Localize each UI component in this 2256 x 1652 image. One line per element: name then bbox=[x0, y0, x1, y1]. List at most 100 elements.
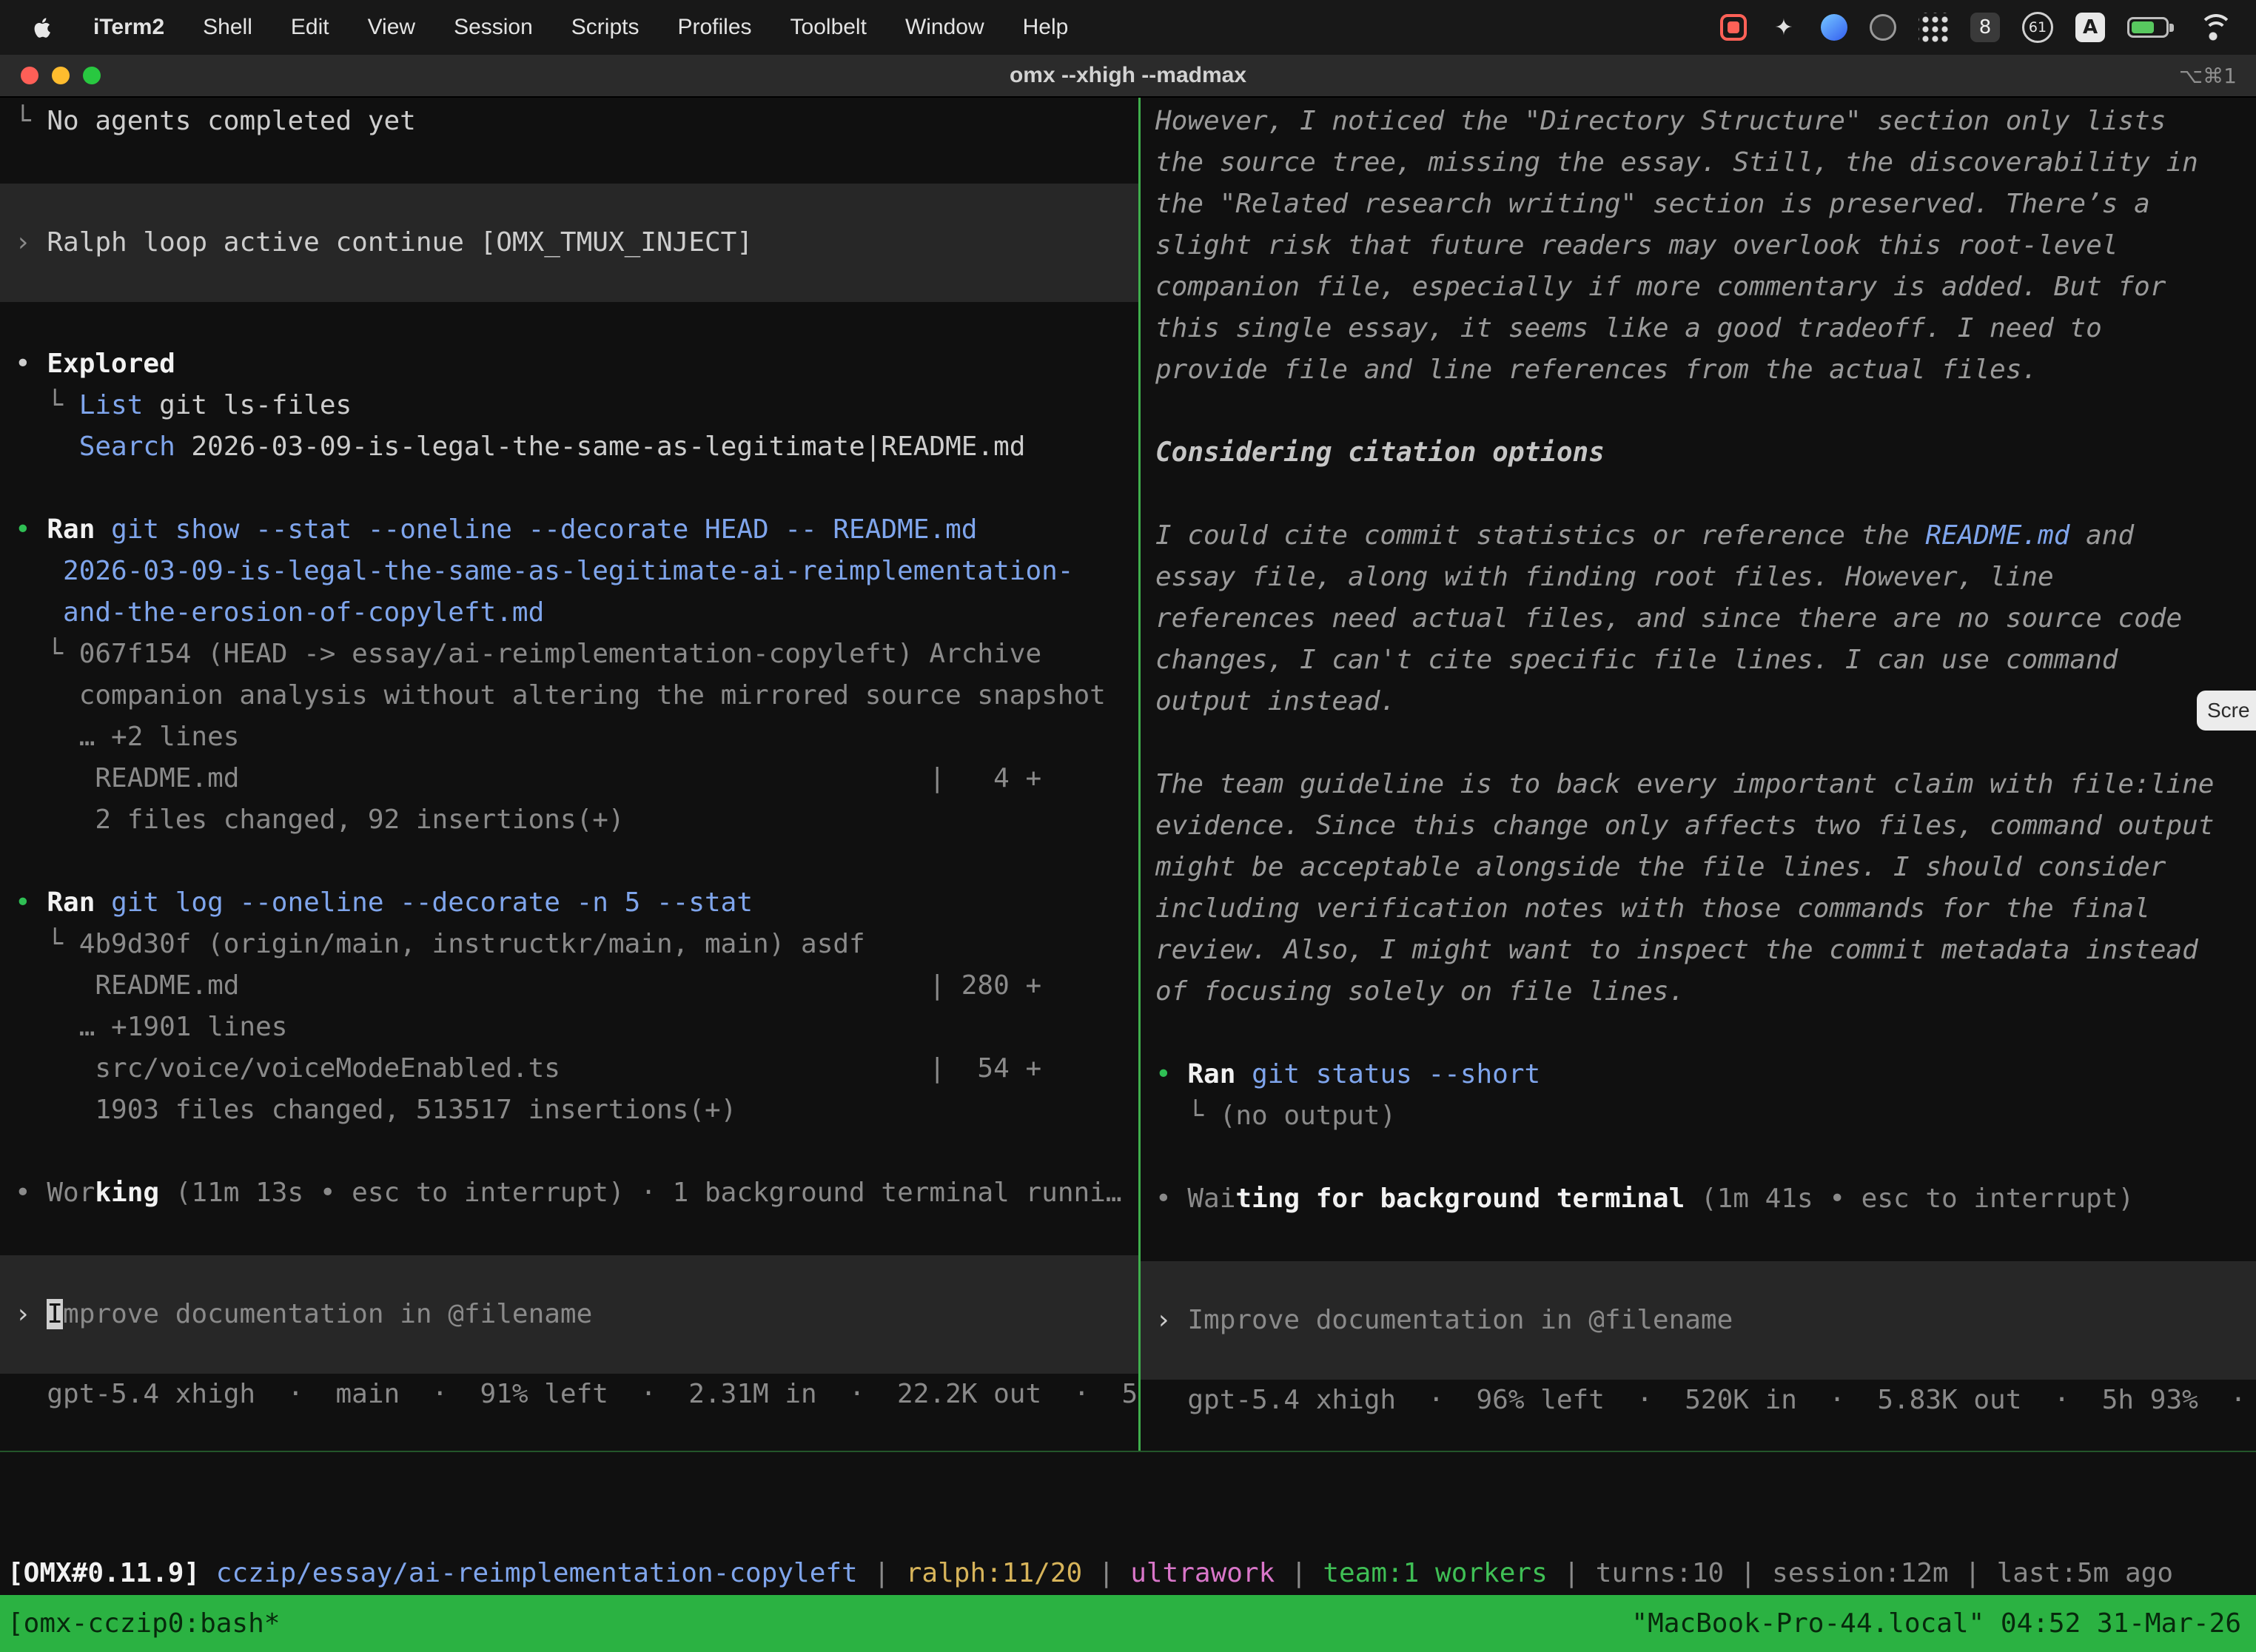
menu-item-session[interactable]: Session bbox=[454, 15, 533, 40]
text-segment: evidence. Since this change only affects… bbox=[1155, 810, 2214, 841]
apple-menu-icon[interactable] bbox=[30, 13, 55, 42]
terminal-line: and-the-erosion-of-copyleft.md bbox=[0, 592, 1138, 634]
menu-item-shell[interactable]: Shell bbox=[203, 15, 252, 40]
menu-bar-status-icons: ✦ 8 61 A bbox=[1720, 11, 2229, 44]
omx-status-segment: team:1 workers bbox=[1323, 1558, 1547, 1588]
text-segment: gpt-5.4 xhigh · 96% left · 520K in · 5.8… bbox=[1155, 1385, 2256, 1415]
blank-line bbox=[0, 142, 1138, 184]
blank-line bbox=[0, 841, 1138, 882]
text-segment: └ bbox=[15, 106, 47, 136]
tmux-status-bar: [omx-cczip0:bash* "MacBook-Pro-44.local"… bbox=[0, 1595, 2256, 1652]
text-segment: └ 067f154 (HEAD -> essay/ai-reimplementa… bbox=[15, 639, 1041, 669]
omx-status-segment: | bbox=[858, 1558, 906, 1588]
terminal-line: output instead. bbox=[1141, 681, 2256, 722]
blank-line bbox=[0, 1131, 1138, 1172]
text-segment: gpt-5.4 xhigh · main · 91% left · 2.31M … bbox=[15, 1379, 1138, 1409]
omx-status-line: [OMX#0.11.9] cczip/essay/ai-reimplementa… bbox=[7, 1553, 2256, 1594]
terminal-area: └ No agents completed yet › Ralph loop a… bbox=[0, 98, 2256, 1451]
dark-circle-app-icon[interactable] bbox=[1870, 14, 1896, 41]
menu-items: iTerm2 Shell Edit View Session Scripts Profile… bbox=[93, 15, 1068, 40]
text-segment: › bbox=[15, 227, 47, 258]
text-segment: I could cite commit statistics or refere… bbox=[1155, 520, 1925, 551]
battery-icon[interactable] bbox=[2127, 17, 2169, 38]
terminal-pane-left[interactable]: └ No agents completed yet › Ralph loop a… bbox=[0, 98, 1138, 1451]
blank-line bbox=[1141, 1013, 2256, 1054]
terminal-line: of focusing solely on file lines. bbox=[1141, 971, 2256, 1013]
percent-badge-icon[interactable]: 61 bbox=[2022, 12, 2053, 43]
terminal-line: the "Related research writing" section i… bbox=[1141, 184, 2256, 225]
tmux-session-window-label[interactable]: [omx-cczip0:bash* bbox=[7, 1608, 280, 1639]
text-segment: changes, I can't cite specific file line… bbox=[1155, 645, 2118, 675]
terminal-line: 1903 files changed, 513517 insertions(+) bbox=[0, 1089, 1138, 1131]
text-segment: List bbox=[79, 390, 144, 420]
input-source-icon[interactable]: A bbox=[2075, 13, 2105, 42]
text-segment: Explored bbox=[47, 349, 175, 379]
blank-line bbox=[1141, 391, 2256, 432]
omx-status-bar: [OMX#0.11.9] cczip/essay/ai-reimplementa… bbox=[0, 1451, 2256, 1595]
terminal-line: including verification notes with those … bbox=[1141, 888, 2256, 930]
menu-bar: iTerm2 Shell Edit View Session Scripts Profile… bbox=[0, 0, 2256, 55]
text-segment: git status --short bbox=[1235, 1059, 1540, 1089]
text-segment: README.md bbox=[1925, 520, 2069, 551]
wifi-icon[interactable] bbox=[2197, 13, 2229, 42]
text-segment: provide file and line references from th… bbox=[1155, 355, 2038, 385]
terminal-line: README.md | 4 + bbox=[0, 758, 1138, 799]
dots-grid-app-icon[interactable] bbox=[1918, 13, 1948, 42]
window-title-bar[interactable]: omx --xhigh --madmax ⌥⌘1 bbox=[0, 55, 2256, 98]
prompt-input[interactable]: › Improve documentation in @filename bbox=[0, 1255, 1138, 1374]
blank-line bbox=[1141, 1220, 2256, 1261]
text-segment: review. Also, I might want to inspect th… bbox=[1155, 935, 2198, 965]
text-segment: └ 4b9d30f (origin/main, instructkr/main,… bbox=[15, 929, 865, 959]
terminal-line: • Ran git show --stat --oneline --decora… bbox=[0, 509, 1138, 551]
menu-item-scripts[interactable]: Scripts bbox=[571, 15, 639, 40]
terminal-line: 2026-03-09-is-legal-the-same-as-legitima… bbox=[0, 551, 1138, 592]
menu-item-toolbelt[interactable]: Toolbelt bbox=[790, 15, 867, 40]
menu-item-help[interactable]: Help bbox=[1023, 15, 1069, 40]
terminal-line: README.md | 280 + bbox=[0, 965, 1138, 1007]
text-segment: Ran bbox=[47, 887, 95, 918]
text-segment: … +2 lines bbox=[15, 722, 239, 752]
terminal-line: evidence. Since this change only affects… bbox=[1141, 805, 2256, 847]
terminal-line: 2 files changed, 92 insertions(+) bbox=[0, 799, 1138, 841]
text-segment: git show --stat --oneline --decorate HEA… bbox=[95, 514, 977, 545]
omx-status-segment: | bbox=[1275, 1558, 1323, 1588]
omx-status-segment: cczip/essay/ai-reimplementation-copyleft bbox=[216, 1558, 858, 1588]
terminal-line: • Waiting for background terminal (1m 41… bbox=[1141, 1178, 2256, 1220]
terminal-line: gpt-5.4 xhigh · 96% left · 520K in · 5.8… bbox=[1141, 1380, 2256, 1421]
numpad-key-app-icon[interactable]: 8 bbox=[1970, 13, 2000, 42]
terminal-pane-right[interactable]: However, I noticed the "Directory Struct… bbox=[1141, 98, 2256, 1451]
text-segment: ting for background terminal bbox=[1235, 1183, 1685, 1214]
menu-item-window[interactable]: Window bbox=[905, 15, 984, 40]
terminal-line: └ 4b9d30f (origin/main, instructkr/main,… bbox=[0, 924, 1138, 965]
text-segment: README.md | 280 + bbox=[15, 970, 1041, 1001]
sparkle-app-icon[interactable]: ✦ bbox=[1769, 11, 1799, 44]
menu-bar-left: iTerm2 Shell Edit View Session Scripts Profile… bbox=[30, 13, 1068, 42]
text-segment: The team guideline is to back every impo… bbox=[1155, 769, 2214, 799]
text-segment: git log --oneline --decorate -n 5 --stat bbox=[95, 887, 753, 918]
terminal-line: └ List git ls-files bbox=[0, 385, 1138, 426]
text-segment: output instead. bbox=[1155, 686, 1396, 716]
menu-item-iterm2[interactable]: iTerm2 bbox=[93, 15, 164, 40]
terminal-line: the source tree, missing the essay. Stil… bbox=[1141, 142, 2256, 184]
menu-item-profiles[interactable]: Profiles bbox=[677, 15, 751, 40]
text-segment: might be acceptable alongside the file l… bbox=[1155, 852, 2166, 882]
gradient-orb-app-icon[interactable] bbox=[1821, 14, 1847, 41]
text-segment: src/voice/voiceModeEnabled.ts | 54 + bbox=[15, 1053, 1041, 1084]
screen-sharing-edge-tab[interactable]: Scre bbox=[2197, 691, 2256, 731]
terminal-line: • Explored bbox=[0, 343, 1138, 385]
text-segment: references need actual files, and since … bbox=[1155, 603, 2182, 634]
prompt-input[interactable]: › Improve documentation in @filename bbox=[1141, 1261, 2256, 1380]
screen-recording-stop-icon[interactable] bbox=[1720, 14, 1747, 41]
menu-item-view[interactable]: View bbox=[368, 15, 415, 40]
terminal-line: this single essay, it seems like a good … bbox=[1141, 308, 2256, 349]
terminal-line: • Ran git status --short bbox=[1141, 1054, 2256, 1095]
text-segment: mprove documentation in @filename bbox=[63, 1299, 592, 1329]
menu-item-edit[interactable]: Edit bbox=[291, 15, 329, 40]
text-segment: the source tree, missing the essay. Stil… bbox=[1155, 147, 2198, 178]
blank-line bbox=[0, 1214, 1138, 1255]
terminal-line: changes, I can't cite specific file line… bbox=[1141, 639, 2256, 681]
text-segment: 1903 files changed, 513517 insertions(+) bbox=[15, 1095, 736, 1125]
text-segment: • bbox=[15, 514, 47, 545]
text-segment: … +1901 lines bbox=[15, 1012, 287, 1042]
omx-status-segment: ultrawork bbox=[1130, 1558, 1275, 1588]
